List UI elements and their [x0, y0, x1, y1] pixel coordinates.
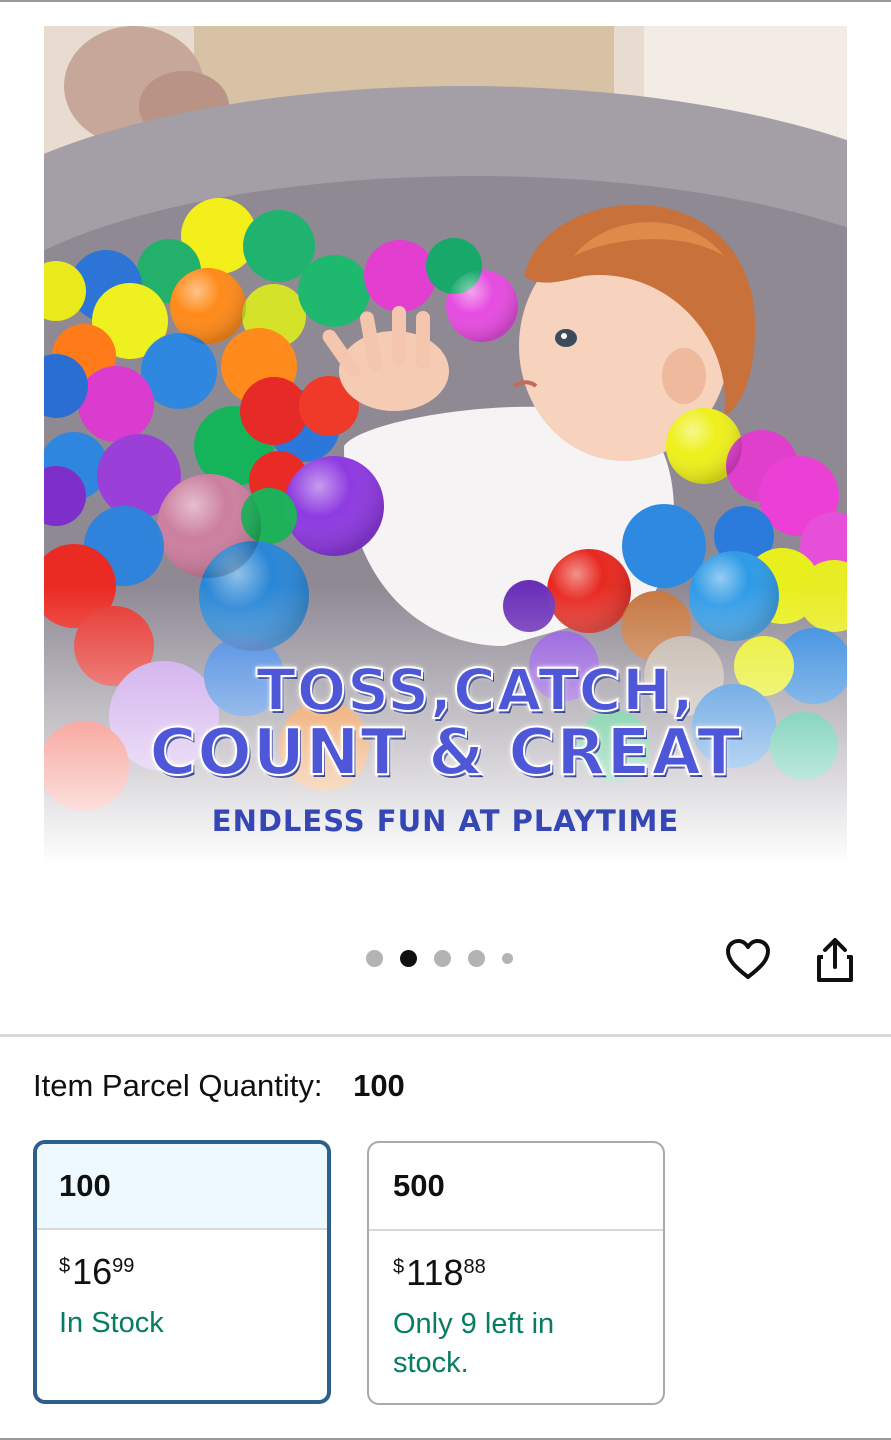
quantity-selector-label: Item Parcel Quantity: 100: [33, 1068, 405, 1104]
option-price: $11888: [369, 1255, 663, 1291]
carousel-dot[interactable]: [468, 950, 485, 967]
image-caption-line2: COUNT & CREAT: [148, 715, 742, 791]
carousel-dot-active[interactable]: [400, 950, 417, 967]
carousel-dot[interactable]: [502, 953, 513, 964]
section-divider: [0, 1034, 891, 1037]
quantity-value: 100: [353, 1068, 405, 1103]
price-symbol: $: [59, 1255, 71, 1277]
quantity-option-500[interactable]: 500 $11888 Only 9 left in stock.: [367, 1141, 665, 1405]
price-whole: 16: [72, 1251, 113, 1292]
share-button[interactable]: [810, 935, 860, 985]
carousel-dot[interactable]: [434, 950, 451, 967]
product-image[interactable]: TOSS,CATCH, COUNT & CREAT ENDLESS FUN AT…: [44, 26, 847, 864]
top-divider: [0, 0, 891, 2]
heart-icon: [726, 939, 770, 979]
share-icon: [817, 938, 853, 982]
price-symbol: $: [393, 1256, 405, 1278]
carousel-dot[interactable]: [366, 950, 383, 967]
image-caption-line1: TOSS,CATCH,: [255, 655, 695, 725]
stock-status: Only 9 left in stock.: [393, 1308, 555, 1379]
image-caption-line3: ENDLESS FUN AT PLAYTIME: [211, 804, 680, 838]
quantity-option-100[interactable]: 100 $1699 In Stock: [33, 1140, 331, 1404]
quantity-label: Item Parcel Quantity:: [33, 1068, 323, 1103]
option-price: $1699: [37, 1254, 327, 1290]
option-title: 500: [369, 1143, 663, 1231]
wishlist-button[interactable]: [723, 935, 773, 985]
price-fraction: 99: [112, 1255, 135, 1277]
price-fraction: 88: [463, 1256, 486, 1278]
option-title: 100: [37, 1144, 327, 1230]
price-whole: 118: [406, 1252, 464, 1293]
stock-status: In Stock: [59, 1307, 164, 1339]
carousel-indicator[interactable]: [366, 950, 513, 967]
